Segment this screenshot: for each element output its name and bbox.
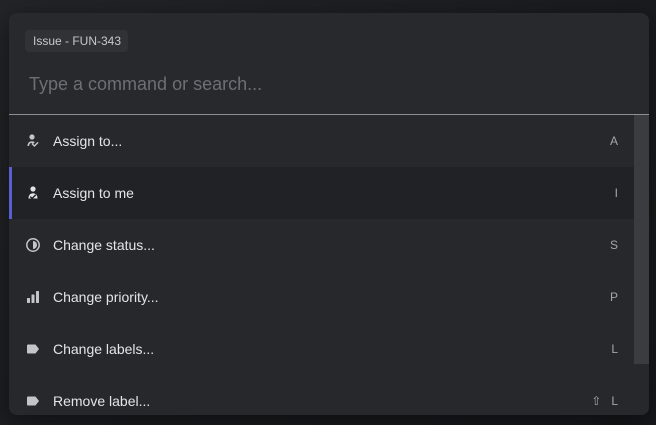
- label-tag-icon: [25, 341, 41, 357]
- command-palette: Issue - FUN-343 Assign to... A: [9, 13, 649, 415]
- command-label: Change labels...: [53, 341, 155, 357]
- shortcut-key: L: [611, 342, 618, 356]
- command-label: Assign to me: [53, 185, 134, 201]
- priority-bars-icon: [25, 289, 41, 305]
- command-search-input[interactable]: [29, 71, 629, 97]
- shortcut-key: A: [609, 134, 618, 148]
- shortcut-key: L: [611, 394, 618, 408]
- person-assign-me-icon: [25, 185, 41, 201]
- command-change-status[interactable]: Change status... S: [9, 219, 634, 271]
- shortcut-hint: S: [610, 219, 618, 271]
- person-assign-icon: [25, 133, 41, 149]
- scrollbar-thumb[interactable]: [634, 115, 649, 364]
- command-label: Change status...: [53, 237, 155, 253]
- command-assign-to-me[interactable]: Assign to me I: [9, 167, 634, 219]
- status-half-circle-icon: [25, 237, 41, 253]
- command-label: Remove label...: [53, 393, 151, 409]
- command-assign-to[interactable]: Assign to... A: [9, 115, 634, 167]
- shortcut-key: S: [609, 238, 618, 252]
- context-chip: Issue - FUN-343: [25, 30, 129, 52]
- command-list-scrollbar[interactable]: [634, 115, 649, 415]
- shortcut-key: P: [609, 290, 618, 304]
- command-change-priority[interactable]: Change priority... P: [9, 271, 634, 323]
- shortcut-key: I: [614, 186, 618, 200]
- palette-header: Issue - FUN-343: [9, 13, 649, 114]
- command-label: Assign to...: [53, 133, 123, 149]
- shortcut-hint: ⇧ L: [591, 375, 618, 415]
- label-tag-icon: [25, 393, 41, 409]
- command-label: Change priority...: [53, 289, 159, 305]
- shortcut-hint: L: [611, 323, 618, 375]
- shortcut-hint: A: [610, 115, 618, 167]
- command-change-labels[interactable]: Change labels... L: [9, 323, 634, 375]
- shortcut-key: ⇧: [591, 394, 602, 408]
- command-list: Assign to... A Assign to me I Change sta…: [9, 115, 634, 415]
- command-remove-label[interactable]: Remove label... ⇧ L: [9, 375, 634, 415]
- shortcut-hint: I: [615, 167, 618, 219]
- shortcut-hint: P: [610, 271, 618, 323]
